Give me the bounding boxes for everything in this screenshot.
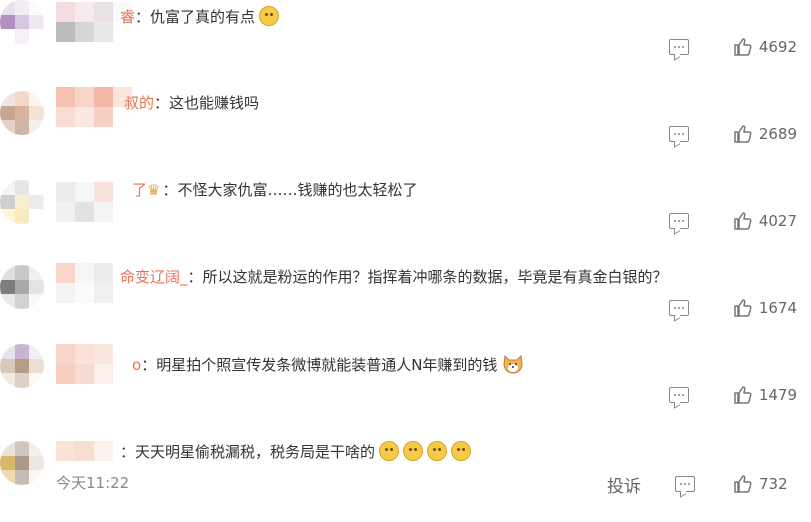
comment-actions: 1674 xyxy=(668,297,797,319)
comment-item: 命变辽阔_：所以这就是粉运的作用？指挥着冲哪条的数据，毕竟是有真金白银的？ 16… xyxy=(0,261,811,348)
thumbs-up-icon xyxy=(734,38,752,56)
comment-actions: 投诉 732 xyxy=(607,472,797,497)
comment-text: 天天明星偷税漏税，税务局是干啥的 xyxy=(135,443,376,461)
username-link[interactable]: 命变辽阔_ xyxy=(120,268,188,286)
comment-text: 所以这就是粉运的作用？指挥着冲哪条的数据，毕竟是有真金白银的？ xyxy=(202,268,668,286)
colon: ： xyxy=(162,181,178,199)
like-count: 4027 xyxy=(758,212,797,230)
like-button[interactable]: 1674 xyxy=(733,298,797,318)
thinking-emoji-icon xyxy=(379,441,400,461)
comment-line: 睿：仇富了真的有点 xyxy=(120,6,280,27)
like-count: 4692 xyxy=(758,38,797,56)
like-count: 2689 xyxy=(758,125,797,143)
like-button[interactable]: 4027 xyxy=(733,211,797,231)
avatar[interactable] xyxy=(0,0,44,44)
comment-actions: 4027 xyxy=(668,210,797,232)
like-count: 1479 xyxy=(758,386,797,404)
avatar[interactable] xyxy=(0,180,44,224)
comment-item: ：天天明星偷税漏税，税务局是干啥的 今天11:22 投诉 732 xyxy=(0,435,811,522)
thinking-emoji-icon xyxy=(403,441,424,461)
comment-icon[interactable] xyxy=(668,387,689,403)
comment-item: 睿：仇富了真的有点 4692 xyxy=(0,0,811,87)
like-button[interactable]: 4692 xyxy=(733,37,797,57)
comment-icon[interactable] xyxy=(668,39,689,55)
comment-actions: 4692 xyxy=(668,36,797,58)
sweat-smile-emoji-icon xyxy=(259,6,280,26)
thinking-emoji-icon xyxy=(451,441,472,461)
comment-text: 明星拍个照宣传发条微博就能装普通人N年赚到的钱 xyxy=(156,356,498,374)
username-blur xyxy=(56,182,132,222)
thumbs-up-icon xyxy=(734,299,752,317)
username-link[interactable]: 了 xyxy=(132,181,147,199)
username-blur xyxy=(56,87,132,127)
comment-icon[interactable] xyxy=(675,476,695,492)
like-button[interactable]: 2689 xyxy=(733,124,797,144)
thumbs-up-icon xyxy=(734,125,752,143)
comment-icon[interactable] xyxy=(668,213,689,229)
comment-text: 不怪大家仇富……钱赚的也太轻松了 xyxy=(177,181,418,199)
comment-line: 了♛ ：不怪大家仇富……钱赚的也太轻松了 xyxy=(132,180,418,200)
username-blur xyxy=(56,344,132,384)
comment-icon[interactable] xyxy=(668,126,689,142)
like-button[interactable]: 1479 xyxy=(733,385,797,405)
like-count: 732 xyxy=(759,475,788,493)
comment-line: 叔的：这也能赚钱吗 xyxy=(124,93,259,113)
crown-icon: ♛ xyxy=(147,181,161,199)
username-link[interactable]: 叔的 xyxy=(124,94,154,112)
like-button[interactable]: 732 xyxy=(733,474,797,494)
comment-line: ：天天明星偷税漏税，税务局是干啥的 xyxy=(120,441,472,462)
avatar[interactable] xyxy=(0,441,44,485)
comment-time: 今天11:22 xyxy=(56,474,130,492)
colon: ： xyxy=(154,94,170,112)
comment-item: 叔的：这也能赚钱吗 2689 xyxy=(0,87,811,174)
avatar[interactable] xyxy=(0,344,44,388)
thumbs-up-icon xyxy=(734,475,752,493)
username-link[interactable]: o xyxy=(132,356,141,374)
thumbs-up-icon xyxy=(734,386,752,404)
comment-line: 命变辽阔_：所以这就是粉运的作用？指挥着冲哪条的数据，毕竟是有真金白银的？ xyxy=(120,267,668,287)
like-count: 1674 xyxy=(758,299,797,317)
comment-item: 了♛ ：不怪大家仇富……钱赚的也太轻松了 4027 xyxy=(0,174,811,261)
comment-icon[interactable] xyxy=(668,300,689,316)
avatar[interactable] xyxy=(0,91,44,135)
thinking-emoji-icon xyxy=(427,441,448,461)
comment-item: o：明星拍个照宣传发条微博就能装普通人N年赚到的钱 1479 xyxy=(0,344,811,435)
colon: ： xyxy=(141,356,157,374)
comment-line: o：明星拍个照宣传发条微博就能装普通人N年赚到的钱 xyxy=(132,354,524,375)
thumbs-up-icon xyxy=(734,212,752,230)
comment-text: 仇富了真的有点 xyxy=(150,8,256,26)
colon: ： xyxy=(187,268,203,286)
colon: ： xyxy=(135,8,151,26)
comment-actions: 2689 xyxy=(668,123,797,145)
comment-list: 睿：仇富了真的有点 4692 叔的：这也能赚钱吗 2689 了♛ ：不怪大家仇富… xyxy=(0,0,811,511)
report-link[interactable]: 投诉 xyxy=(607,472,641,497)
doge-emoji-icon xyxy=(503,354,523,374)
username-link[interactable]: 睿 xyxy=(120,8,135,26)
avatar[interactable] xyxy=(0,265,44,309)
colon: ： xyxy=(120,443,136,461)
comment-actions: 1479 xyxy=(668,384,797,406)
comment-text: 这也能赚钱吗 xyxy=(169,94,260,112)
